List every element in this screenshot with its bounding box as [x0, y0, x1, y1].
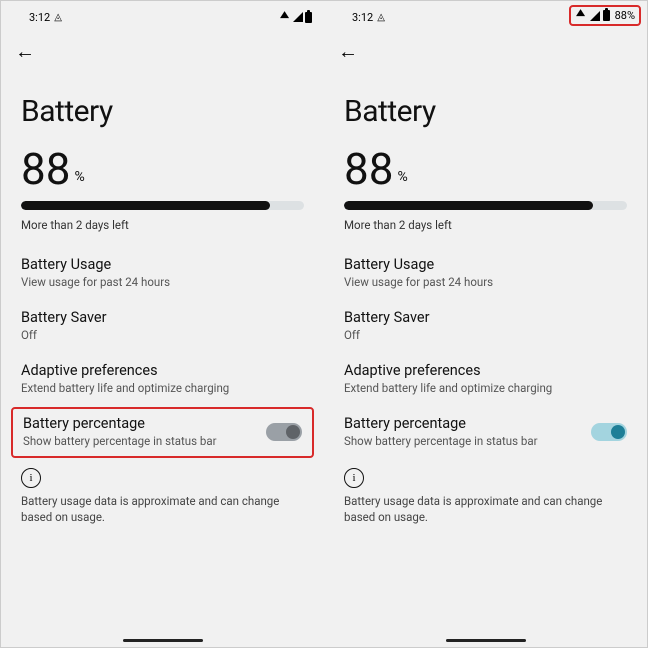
item-desc: Extend battery life and optimize chargin…	[344, 381, 627, 395]
item-desc: View usage for past 24 hours	[21, 275, 304, 289]
item-desc: View usage for past 24 hours	[344, 275, 627, 289]
back-arrow-icon[interactable]: ←	[338, 39, 358, 64]
status-bar: 3:12 ◬	[1, 1, 324, 29]
item-title: Battery Saver	[344, 309, 627, 326]
item-title: Battery Usage	[21, 256, 304, 273]
battery-saver-item[interactable]: Battery Saver Off	[1, 299, 324, 352]
battery-percentage-item[interactable]: Battery percentage Show battery percenta…	[23, 415, 302, 448]
phone-right: 3:12 ◬ 88% ← Battery 88 % More than 2 d	[324, 1, 647, 647]
item-desc: Show battery percentage in status bar	[23, 434, 217, 448]
item-title: Battery percentage	[23, 415, 217, 432]
item-desc: Off	[21, 328, 304, 342]
battery-level-symbol: %	[74, 169, 84, 185]
battery-percentage-toggle[interactable]	[591, 423, 627, 441]
footnote: Battery usage data is approximate and ca…	[1, 490, 324, 535]
highlight-box-statusbar: 88%	[569, 5, 641, 26]
item-title: Adaptive preferences	[344, 362, 627, 379]
battery-icon	[305, 12, 312, 23]
nav-pill[interactable]	[446, 639, 526, 642]
battery-estimate: More than 2 days left	[324, 216, 647, 246]
info-icon[interactable]: i	[21, 468, 41, 488]
item-title: Battery Saver	[21, 309, 304, 326]
battery-percentage-item[interactable]: Battery percentage Show battery percenta…	[324, 405, 647, 458]
info-row: i	[1, 458, 324, 490]
battery-usage-item[interactable]: Battery Usage View usage for past 24 hou…	[1, 246, 324, 299]
battery-level: 88 %	[1, 147, 324, 197]
adaptive-preferences-item[interactable]: Adaptive preferences Extend battery life…	[1, 352, 324, 405]
battery-level-symbol: %	[397, 169, 407, 185]
notif-icon: ◬	[54, 12, 62, 23]
info-row: i	[324, 458, 647, 490]
signal-icon	[293, 12, 303, 22]
wifi-icon	[575, 9, 587, 22]
adaptive-preferences-item[interactable]: Adaptive preferences Extend battery life…	[324, 352, 647, 405]
page-title: Battery	[324, 64, 647, 147]
info-icon[interactable]: i	[344, 468, 364, 488]
status-time: 3:12	[29, 11, 50, 24]
back-arrow-icon[interactable]: ←	[15, 39, 35, 64]
battery-level: 88 %	[324, 147, 647, 197]
status-bar: 3:12 ◬ 88%	[324, 1, 647, 29]
item-title: Battery Usage	[344, 256, 627, 273]
wifi-icon	[279, 11, 291, 24]
battery-icon	[603, 10, 610, 21]
nav-pill[interactable]	[123, 639, 203, 642]
notif-icon: ◬	[377, 12, 385, 23]
signal-icon	[590, 11, 600, 21]
status-time: 3:12	[352, 11, 373, 24]
item-desc: Off	[344, 328, 627, 342]
page-title: Battery	[1, 64, 324, 147]
footnote: Battery usage data is approximate and ca…	[324, 490, 647, 535]
battery-saver-item[interactable]: Battery Saver Off	[324, 299, 647, 352]
battery-bar	[324, 197, 647, 216]
item-title: Adaptive preferences	[21, 362, 304, 379]
battery-estimate: More than 2 days left	[1, 216, 324, 246]
battery-percentage-toggle[interactable]	[266, 423, 302, 441]
battery-bar	[1, 197, 324, 216]
item-desc: Show battery percentage in status bar	[344, 434, 538, 448]
item-desc: Extend battery life and optimize chargin…	[21, 381, 304, 395]
battery-level-number: 88	[344, 147, 393, 191]
phone-left: 3:12 ◬ ← Battery 88 % More than 2 days l…	[1, 1, 324, 647]
battery-usage-item[interactable]: Battery Usage View usage for past 24 hou…	[324, 246, 647, 299]
item-title: Battery percentage	[344, 415, 538, 432]
battery-level-number: 88	[21, 147, 70, 191]
highlight-box-row: Battery percentage Show battery percenta…	[11, 407, 314, 458]
status-battery-pct: 88%	[615, 9, 635, 22]
